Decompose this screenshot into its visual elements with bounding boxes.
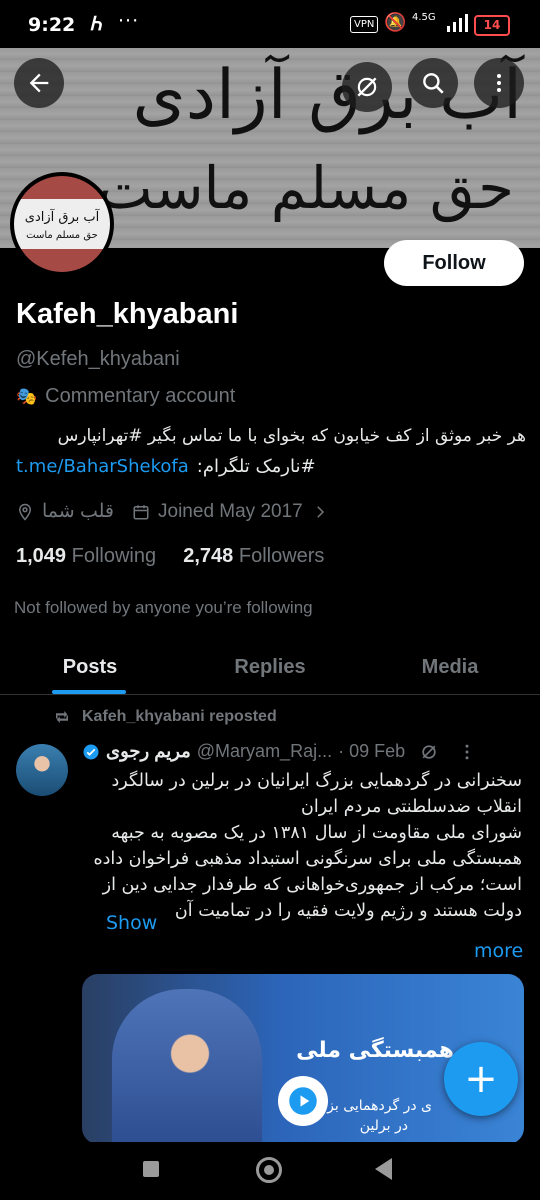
profile-name: Kafeh_khyabani [16, 298, 239, 330]
following-label: Following [71, 545, 157, 567]
media-title: همبستگی ملی [296, 1038, 454, 1063]
avatar-text-line2: حق مسلم ماست [26, 230, 98, 241]
status-bar: 9:22 Ꮒ ··· VPN 🔕 4.5G 14 [0, 0, 540, 50]
follow-counts: 1,049 Following 2,748 Followers [16, 545, 324, 568]
following-count: 1,049 [16, 545, 67, 567]
repost-label[interactable]: Kafeh_khyabani reposted [82, 708, 277, 726]
follow-button[interactable]: Follow [384, 240, 524, 286]
following-link[interactable]: 1,049 Following [16, 545, 156, 567]
post-author-avatar[interactable] [16, 744, 68, 796]
media-caption-line3: در برلین [359, 1118, 408, 1134]
recent-apps-button[interactable] [143, 1161, 159, 1177]
play-button[interactable] [278, 1076, 328, 1126]
show-more-link-more[interactable]: more [474, 940, 523, 962]
bio-telegram-link[interactable]: t.me/BaharShekofa [16, 456, 189, 477]
verified-badge-icon [83, 744, 99, 759]
grok-button[interactable] [342, 62, 392, 112]
battery-icon: 14 [474, 15, 510, 36]
signal-icon [447, 14, 468, 32]
status-time: 9:22 [28, 14, 76, 36]
profile-handle: @Kefeh_khyabani [16, 348, 180, 370]
bio-line2: t.me/BaharShekofa #نارمک تلگرام: [16, 456, 316, 477]
post-username[interactable]: @Maryam_Raj... [197, 741, 332, 762]
grok-icon[interactable] [419, 742, 439, 762]
repost-context: Kafeh_khyabani reposted [52, 708, 277, 726]
joined-date: Joined May 2017 [158, 500, 303, 522]
calendar-icon [133, 504, 149, 519]
media-photo [112, 989, 262, 1144]
tab-media[interactable]: Media [360, 640, 540, 694]
followers-link[interactable]: 2,748 Followers [183, 545, 324, 567]
repost-icon [56, 711, 68, 723]
banner-text-line1: آب برق آزادی [132, 56, 522, 135]
home-button[interactable] [256, 1157, 282, 1183]
profile-tabs: Posts Replies Media [0, 640, 540, 695]
profile-avatar[interactable]: آب برق آزادی حق مسلم ماست [10, 172, 114, 276]
tab-replies[interactable]: Replies [180, 640, 360, 694]
search-icon [423, 73, 444, 94]
more-options-button[interactable] [474, 58, 524, 108]
avatar-text-line1: آب برق آزادی [24, 210, 100, 225]
active-tab-indicator [52, 690, 126, 694]
more-notifications-icon: ··· [118, 10, 140, 32]
search-button[interactable] [408, 58, 458, 108]
bio-line1: هر خبر موثق از کف خیابون که بخوای با ما … [57, 426, 526, 446]
account-type: 🎭 Commentary account [16, 385, 235, 408]
post-text: سخنرانی در گردهمایی بزرگ ایرانیان در برل… [93, 771, 522, 921]
post-header: مریم رجوی @Maryam_Raj... · 09 Feb [82, 741, 526, 762]
not-followed-notice: Not followed by anyone you’re following [14, 598, 313, 617]
arrow-left-icon [29, 73, 49, 93]
account-type-label: Commentary account [45, 385, 236, 407]
location-text: قلب شما [42, 501, 115, 522]
compose-post-button[interactable]: + [444, 1042, 518, 1116]
tab-posts[interactable]: Posts [0, 640, 180, 694]
notification-app-icon: Ꮒ [90, 13, 102, 35]
more-vertical-icon [497, 74, 501, 92]
bio-line2-text: #نارمک تلگرام: [196, 456, 316, 477]
system-back-button[interactable] [375, 1158, 392, 1180]
post-date[interactable]: · 09 Feb [338, 741, 405, 762]
grok-icon [357, 77, 377, 97]
followers-label: Followers [238, 545, 325, 567]
post-display-name[interactable]: مریم رجوی [106, 741, 191, 762]
banner-text-line2: حق مسلم ماست [98, 154, 514, 222]
back-button[interactable] [14, 58, 64, 108]
vpn-badge: VPN [350, 16, 379, 33]
mute-bell-icon: 🔕 [384, 12, 407, 33]
profile-meta: قلب شما Joined May 2017 [16, 500, 329, 523]
play-icon [289, 1087, 317, 1115]
masks-icon: 🎭 [16, 386, 38, 406]
chevron-right-icon[interactable] [311, 503, 329, 521]
location-pin-icon [18, 503, 32, 521]
followers-count: 2,748 [183, 545, 234, 567]
show-more-link[interactable]: Show [106, 912, 157, 934]
post-more-icon[interactable] [457, 742, 477, 762]
network-type-label: 4.5G [412, 12, 436, 23]
